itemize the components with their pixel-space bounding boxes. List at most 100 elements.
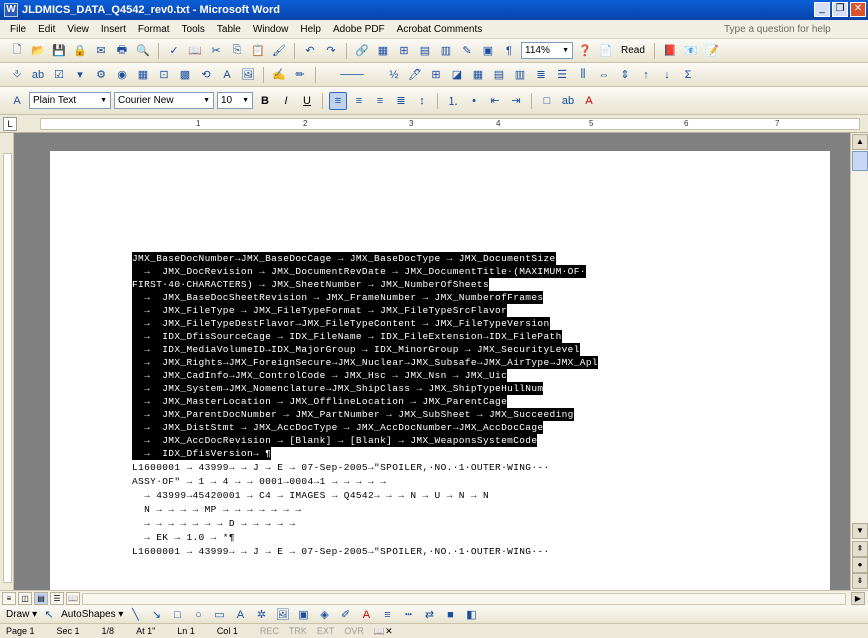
print-preview-icon[interactable]: 🔍 <box>134 42 152 60</box>
selected-text-line[interactable]: → JMX_DocRevision → JMX_DocumentRevDate … <box>132 265 586 279</box>
selected-text-line[interactable]: → JMX_Rights→JMX_ForeignSecure→JMX_Nucle… <box>132 356 598 370</box>
tab-selector[interactable]: L <box>3 117 17 131</box>
styles-pane-icon[interactable]: A <box>8 92 26 110</box>
fill-color-icon[interactable]: ◈ <box>315 606 333 624</box>
text-box-draw-icon[interactable]: ▭ <box>210 606 228 624</box>
selected-text-line[interactable]: → JMX_FileType → JMX_FileTypeFormat → JM… <box>132 304 508 318</box>
text-line[interactable]: ASSY·OF" → 1 → 4 → → 0001→0004→1 → → → →… <box>132 475 386 488</box>
style-select[interactable]: Plain Text ▼ <box>29 92 111 109</box>
text-line[interactable]: L1600001 → 43999→ → J → E → 07-Sep-2005→… <box>132 461 550 474</box>
font-size-select[interactable]: 10 ▼ <box>217 92 253 109</box>
scroll-thumb[interactable] <box>852 151 868 171</box>
scroll-right-icon[interactable]: ▶ <box>851 592 865 605</box>
text-form-field-icon[interactable]: ab <box>29 66 47 84</box>
3d-style-icon[interactable]: ◧ <box>462 606 480 624</box>
distribute-rows-icon[interactable]: ☰ <box>553 66 571 84</box>
text-box-icon[interactable]: A <box>218 66 236 84</box>
insert-table-icon[interactable]: ⊞ <box>395 42 413 60</box>
picture-icon[interactable]: 🖼 <box>239 66 257 84</box>
checkbox-form-field-icon[interactable]: ☑ <box>50 66 68 84</box>
selected-text-line[interactable]: → IDX_DfisVersion→ ¶ <box>132 447 272 461</box>
convert-to-pdf-icon[interactable]: 📕 <box>661 42 679 60</box>
insert-excel-icon[interactable]: ▤ <box>416 42 434 60</box>
normal-view-icon[interactable]: ≡ <box>2 592 16 605</box>
bold-button[interactable]: B <box>256 92 274 110</box>
selected-text-line[interactable]: FIRST·40·CHARACTERS) → JMX_SheetNumber →… <box>132 278 490 292</box>
markup-icon[interactable]: ✏ <box>291 66 309 84</box>
cut-icon[interactable]: ✂ <box>207 42 225 60</box>
highlight-icon[interactable]: ab <box>559 92 577 110</box>
numbering-icon[interactable]: ⒈ <box>444 92 462 110</box>
email-icon[interactable]: ✉ <box>92 42 110 60</box>
diagram-icon[interactable]: ✲ <box>252 606 270 624</box>
underline-button[interactable]: U <box>298 92 316 110</box>
sort-ascending-icon[interactable]: ↑ <box>637 66 655 84</box>
menu-file[interactable]: File <box>4 24 32 35</box>
drawing-icon[interactable]: ✎ <box>458 42 476 60</box>
shading-color-icon[interactable]: ◪ <box>448 66 466 84</box>
reading-layout-icon[interactable]: 📖 <box>66 592 80 605</box>
clip-art-icon[interactable]: 🖼 <box>273 606 291 624</box>
status-ovr[interactable]: OVR <box>344 626 364 636</box>
selected-text-line[interactable]: → JMX_MasterLocation → JMX_OfflineLocati… <box>132 395 508 409</box>
line-style-icon[interactable]: ─── <box>322 66 382 84</box>
print-layout-icon[interactable]: ▤ <box>34 592 48 605</box>
undo-icon[interactable]: ↶ <box>301 42 319 60</box>
permission-icon[interactable]: 🔒 <box>71 42 89 60</box>
print-icon[interactable]: 🖶 <box>113 42 131 60</box>
decrease-indent-icon[interactable]: ⇤ <box>486 92 504 110</box>
selected-text-line[interactable]: → JMX_CadInfo→JMX_ControlCode → JMX_Hsc … <box>132 369 508 383</box>
minimize-button[interactable]: _ <box>814 2 830 17</box>
selected-text-line[interactable]: → JMX_ParentDocNumber → JMX_PartNumber →… <box>132 408 574 422</box>
read-button[interactable]: Read <box>618 45 648 56</box>
selected-text-line[interactable]: → JMX_DistStmt → JMX_AccDocType → JMX_Ac… <box>132 421 544 435</box>
option-button-icon[interactable]: ◉ <box>113 66 131 84</box>
text-direction-icon[interactable]: ⇕ <box>616 66 634 84</box>
document-map-icon[interactable]: ▣ <box>479 42 497 60</box>
autoshapes-menu-button[interactable]: AutoShapes ▾ <box>61 609 123 620</box>
next-page-icon[interactable]: ⇟ <box>852 573 868 589</box>
justify-icon[interactable]: ≣ <box>392 92 410 110</box>
word-app-icon[interactable]: W <box>4 3 18 17</box>
show-hide-icon[interactable]: ¶ <box>500 42 518 60</box>
selected-text-line[interactable]: → JMX_BaseDocSheetRevision → JMX_FrameNu… <box>132 291 544 305</box>
web-layout-icon[interactable]: ◫ <box>18 592 32 605</box>
line-color-icon[interactable]: ✐ <box>336 606 354 624</box>
open-folder-icon[interactable]: 📂 <box>29 42 47 60</box>
select-objects-icon[interactable]: ↖ <box>40 606 58 624</box>
shadow-style-icon[interactable]: ■ <box>441 606 459 624</box>
sort-descending-icon[interactable]: ↓ <box>658 66 676 84</box>
selected-text-line[interactable]: → JMX_AccDocRevision → [Blank] → [Blank]… <box>132 434 538 448</box>
zoom-select[interactable]: 114% ▼ <box>521 42 573 59</box>
menu-acrobat-comments[interactable]: Acrobat Comments <box>391 24 489 35</box>
line-spacing-icon[interactable]: ↕ <box>413 92 431 110</box>
scroll-up-icon[interactable]: ▲ <box>852 134 868 150</box>
line-icon[interactable]: ╲ <box>126 606 144 624</box>
text-line[interactable]: L1600001 → 43999→ → J → E → 07-Sep-2005→… <box>132 545 550 558</box>
menu-table[interactable]: Table <box>211 24 247 35</box>
tables-borders-icon[interactable]: ▦ <box>374 42 392 60</box>
distribute-columns-icon[interactable]: ⫼ <box>574 66 592 84</box>
autofit-icon[interactable]: ⇔ <box>595 66 613 84</box>
align-right-icon[interactable]: ≡ <box>371 92 389 110</box>
autosum-icon[interactable]: Σ <box>679 66 697 84</box>
menu-help[interactable]: Help <box>294 24 327 35</box>
help-icon[interactable]: ❓ <box>576 42 594 60</box>
line-weight-icon[interactable]: ½ <box>385 66 403 84</box>
columns-icon[interactable]: ▥ <box>437 42 455 60</box>
text-line[interactable]: → EK → 1.0 → *¶ <box>132 531 235 544</box>
dash-style-icon[interactable]: ┅ <box>399 606 417 624</box>
insert-field-icon[interactable]: ⎀ <box>8 66 26 84</box>
frame-icon[interactable]: ⊡ <box>155 66 173 84</box>
status-rec[interactable]: REC <box>260 626 279 636</box>
border-icon[interactable]: ⊞ <box>427 66 445 84</box>
grid-icon[interactable]: ▦ <box>134 66 152 84</box>
text-line[interactable]: → → → → → → → D → → → → → <box>132 517 295 530</box>
selected-text-line[interactable]: → IDX_MediaVolumeID→IDX_MajorGroup → IDX… <box>132 343 580 357</box>
shading-icon[interactable]: ▩ <box>176 66 194 84</box>
merge-cells-icon[interactable]: ▤ <box>490 66 508 84</box>
status-trk[interactable]: TRK <box>289 626 307 636</box>
sticky-note-icon[interactable]: ✍ <box>270 66 288 84</box>
font-color-draw-icon[interactable]: A <box>357 606 375 624</box>
menu-window[interactable]: Window <box>247 24 295 35</box>
